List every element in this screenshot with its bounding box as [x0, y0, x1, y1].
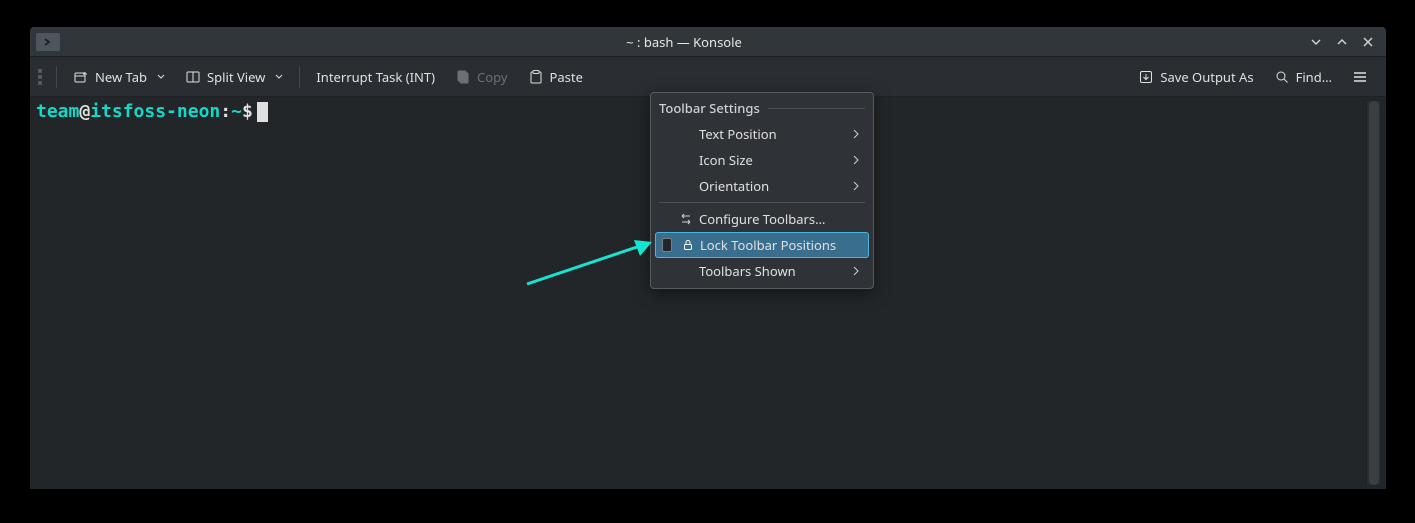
- close-button[interactable]: [1360, 34, 1376, 50]
- app-menu-icon[interactable]: [36, 33, 60, 51]
- prompt-colon: :: [220, 101, 231, 122]
- paste-icon: [528, 69, 544, 85]
- prompt-user: team: [36, 101, 79, 122]
- hamburger-menu-button[interactable]: [1342, 65, 1378, 89]
- menu-icon-size-label: Icon Size: [699, 151, 843, 169]
- toolbar-separator: [299, 66, 300, 88]
- maximize-button[interactable]: [1334, 34, 1350, 50]
- toolbar-separator: [56, 66, 57, 88]
- chevron-down-icon: [275, 74, 283, 80]
- menu-lock-label: Lock Toolbar Positions: [700, 236, 842, 254]
- menu-orientation-label: Orientation: [699, 177, 843, 195]
- lock-icon: [682, 239, 694, 251]
- menu-orientation[interactable]: Orientation: [651, 173, 873, 199]
- hamburger-icon: [1352, 69, 1368, 85]
- menu-header: Toolbar Settings: [659, 99, 865, 117]
- prompt-path: ~: [231, 101, 242, 122]
- menu-text-position[interactable]: Text Position: [651, 121, 873, 147]
- save-icon: [1138, 69, 1154, 85]
- menu-icon-size[interactable]: Icon Size: [651, 147, 873, 173]
- titlebar: ~ : bash — Konsole: [30, 27, 1386, 57]
- interrupt-button[interactable]: Interrupt Task (INT): [306, 64, 445, 90]
- chevron-right-icon: [849, 155, 863, 165]
- configure-icon: [661, 212, 693, 226]
- search-icon: [1274, 69, 1290, 85]
- menu-configure-toolbars[interactable]: Configure Toolbars…: [651, 206, 873, 232]
- menu-separator: [659, 202, 865, 203]
- window-controls: [1308, 34, 1376, 50]
- chevron-right-icon: [849, 181, 863, 191]
- chevron-down-icon: [157, 74, 165, 80]
- window-title: ~ : bash — Konsole: [60, 33, 1308, 51]
- save-output-button[interactable]: Save Output As: [1128, 64, 1263, 90]
- copy-label: Copy: [477, 68, 507, 86]
- find-button[interactable]: Find…: [1264, 64, 1342, 90]
- prompt-at: @: [79, 101, 90, 122]
- chevron-right-icon: [849, 266, 863, 276]
- prompt-host: itsfoss-neon: [90, 101, 220, 122]
- menu-lock-toolbar[interactable]: Lock Toolbar Positions: [655, 232, 869, 258]
- minimize-button[interactable]: [1308, 34, 1324, 50]
- split-view-button[interactable]: Split View: [175, 64, 293, 90]
- copy-button: Copy: [445, 64, 517, 90]
- interrupt-label: Interrupt Task (INT): [316, 68, 435, 86]
- copy-icon: [455, 69, 471, 85]
- menu-toolbars-shown[interactable]: Toolbars Shown: [651, 258, 873, 284]
- split-view-icon: [185, 69, 201, 85]
- save-output-label: Save Output As: [1160, 68, 1253, 86]
- menu-shown-label: Toolbars Shown: [699, 262, 843, 280]
- new-tab-icon: [73, 69, 89, 85]
- find-label: Find…: [1296, 68, 1332, 86]
- prompt-symbol: $: [242, 101, 253, 122]
- paste-button[interactable]: Paste: [518, 64, 593, 90]
- new-tab-button[interactable]: New Tab: [63, 64, 175, 90]
- terminal-cursor: [257, 102, 268, 122]
- scrollbar-thumb[interactable]: [1369, 101, 1379, 485]
- split-view-label: Split View: [207, 68, 265, 86]
- toolbar-handle[interactable]: [38, 63, 46, 91]
- main-toolbar: New Tab Split View Interrupt Task (INT) …: [30, 57, 1386, 97]
- menu-header-label: Toolbar Settings: [659, 99, 768, 117]
- toolbar-context-menu: Toolbar Settings Text Position Icon Size…: [650, 92, 874, 289]
- new-tab-label: New Tab: [95, 68, 147, 86]
- menu-configure-label: Configure Toolbars…: [699, 210, 843, 228]
- menu-text-position-label: Text Position: [699, 125, 843, 143]
- paste-label: Paste: [550, 68, 583, 86]
- chevron-right-icon: [849, 129, 863, 139]
- scrollbar[interactable]: [1366, 101, 1380, 485]
- lock-checkbox[interactable]: [662, 238, 672, 252]
